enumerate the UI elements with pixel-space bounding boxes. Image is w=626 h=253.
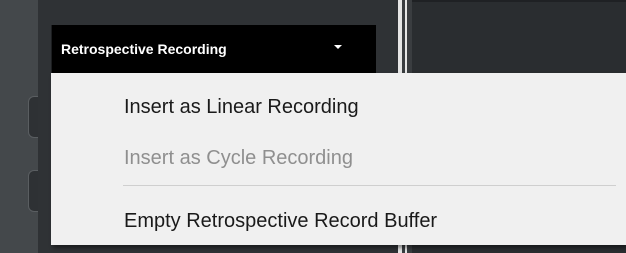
chevron-down-icon — [334, 45, 342, 49]
project-area-edge — [412, 0, 626, 2]
menu-item-insert-linear[interactable]: Insert as Linear Recording — [51, 89, 626, 125]
dropdown-label: Retrospective Recording — [61, 41, 227, 57]
retrospective-recording-dropdown[interactable]: Retrospective Recording — [51, 25, 376, 73]
menu-item-insert-cycle: Insert as Cycle Recording — [51, 140, 626, 176]
left-panel — [0, 0, 54, 253]
menu-item-empty-buffer[interactable]: Empty Retrospective Record Buffer — [51, 203, 626, 239]
menu-item-label: Empty Retrospective Record Buffer — [124, 209, 438, 232]
menu-item-label: Insert as Cycle Recording — [124, 146, 353, 169]
menu-separator — [123, 185, 616, 186]
menu-item-label: Insert as Linear Recording — [124, 95, 359, 118]
retrospective-recording-menu: Insert as Linear Recording Insert as Cyc… — [51, 73, 626, 245]
